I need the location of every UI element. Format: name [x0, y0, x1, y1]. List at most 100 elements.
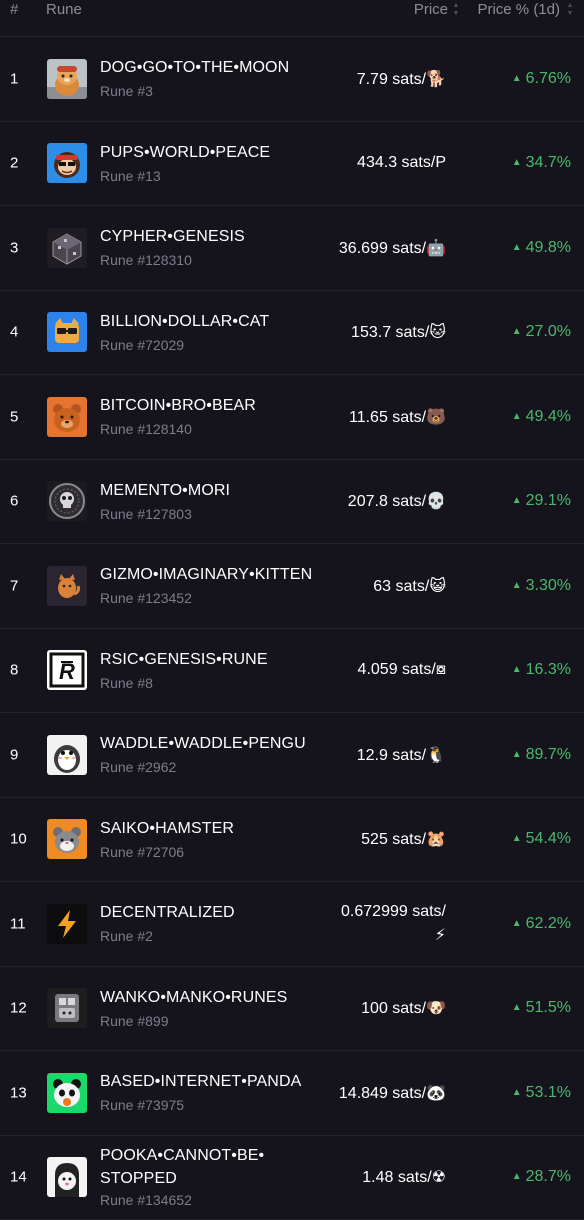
rune-name[interactable]: BASED•INTERNET•PANDA — [100, 1073, 301, 1091]
price-change: ▲49.8% — [512, 239, 571, 257]
price-change-value: 34.7% — [526, 154, 571, 171]
rune-number: Rune #127803 — [100, 506, 192, 522]
rune-price: 0.672999 sats/⚡ — [341, 900, 446, 948]
table-row[interactable]: 10 SAIKO•HAMSTER Rune #72706 525 sats/🐹 … — [0, 798, 584, 883]
row-rank: 11 — [10, 915, 26, 932]
rune-list: 1 DOG•GO•TO•THE•MOON Rune #3 7.79 sats/🐕… — [0, 37, 584, 1220]
row-rank: 7 — [10, 577, 18, 594]
up-triangle-icon: ▲ — [512, 495, 522, 506]
price-change-value: 3.30% — [526, 577, 571, 594]
pooka-logo-icon — [47, 1157, 87, 1197]
rune-price: 63 sats/😺 — [373, 576, 446, 596]
table-row[interactable]: 4 BILLION•DOLLAR•CAT Rune #72029 153.7 s… — [0, 291, 584, 376]
wanko-logo-icon — [47, 988, 87, 1028]
rune-number: Rune #72706 — [100, 844, 184, 860]
rune-name[interactable]: BILLION•DOLLAR•CAT — [100, 313, 269, 331]
table-row[interactable]: 8 R RSIC•GENESIS•RUNE Rune #8 4.059 sats… — [0, 629, 584, 714]
price-change: ▲27.0% — [512, 323, 571, 341]
header-price-change[interactable]: Price % (1d) — [477, 1, 560, 18]
rune-price: 525 sats/🐹 — [361, 829, 446, 849]
table-row[interactable]: 2 PUPS•WORLD•PEACE Rune #13 434.3 sats/P… — [0, 122, 584, 207]
rune-number: Rune #899 — [100, 1013, 169, 1029]
row-rank: 9 — [10, 746, 18, 763]
rune-name[interactable]: SAIKO•HAMSTER — [100, 820, 234, 838]
rune-name[interactable]: WADDLE•WADDLE•PENGU — [100, 735, 306, 753]
rune-number: Rune #73975 — [100, 1097, 184, 1113]
price-change-value: 62.2% — [526, 915, 571, 932]
table-row[interactable]: 3 CYPHER•GENESIS Rune #128310 36.699 sat… — [0, 206, 584, 291]
price-change: ▲ 28.7% — [512, 1168, 571, 1186]
price-change: ▲ 62.2% — [512, 915, 571, 933]
up-triangle-icon: ▲ — [512, 157, 522, 168]
up-triangle-icon: ▲ — [512, 411, 522, 422]
rune-name[interactable]: CYPHER•GENESIS — [100, 228, 245, 246]
up-triangle-icon: ▲ — [512, 833, 522, 844]
rune-name[interactable]: RSIC•GENESIS•RUNE — [100, 651, 268, 669]
price-change-value: 27.0% — [526, 323, 571, 340]
up-triangle-icon: ▲ — [512, 749, 522, 760]
rune-price-line-2: ⚡ — [435, 927, 446, 944]
row-rank: 4 — [10, 324, 18, 341]
price-change-value: 89.7% — [526, 746, 571, 763]
rune-number: Rune #128310 — [100, 252, 192, 268]
up-triangle-icon: ▲ — [512, 1002, 522, 1013]
header-price[interactable]: Price — [414, 1, 448, 18]
rune-name[interactable]: WANKO•MANKO•RUNES — [100, 989, 287, 1007]
sort-icon[interactable]: ▲▼ — [452, 2, 460, 18]
header-rune[interactable]: Rune — [46, 1, 82, 18]
rune-price: 207.8 sats/💀 — [348, 491, 446, 511]
rune-price: 7.79 sats/🐕 — [357, 69, 446, 89]
up-triangle-icon: ▲ — [512, 918, 522, 929]
rune-number: Rune #128140 — [100, 421, 192, 437]
table-row[interactable]: 5 BITCOIN•BRO•BEAR Rune #128140 11.65 sa… — [0, 375, 584, 460]
pups-monkey-logo-icon — [47, 143, 87, 183]
rune-number: Rune #2962 — [100, 759, 176, 775]
row-rank: 10 — [10, 831, 27, 848]
table-row[interactable]: 11 DECENTRALIZED Rune #2 0.672999 sats/⚡… — [0, 882, 584, 967]
table-row[interactable]: 7 GIZMO•IMAGINARY•KITTEN Rune #123452 63… — [0, 544, 584, 629]
table-row[interactable]: 12 WANKO•MANKO•RUNES Rune #899 100 sats/… — [0, 967, 584, 1052]
table-row[interactable]: 14 POOKA•CANNOT•BE•STOPPED Rune #134652 … — [0, 1136, 584, 1220]
price-change-value: 28.7% — [526, 1168, 571, 1185]
header-rank: # — [10, 1, 18, 18]
row-rank: 14 — [10, 1169, 27, 1186]
rune-number: Rune #123452 — [100, 590, 192, 606]
rune-name[interactable]: POOKA•CANNOT•BE•STOPPED — [100, 1144, 264, 1190]
rune-name[interactable]: DECENTRALIZED — [100, 904, 235, 922]
price-change: ▲ 34.7% — [512, 154, 571, 172]
up-triangle-icon: ▲ — [512, 1171, 522, 1182]
shiba-dog-logo-icon — [47, 59, 87, 99]
price-change: ▲ 49.4% — [512, 408, 571, 426]
rsic-logo-icon: R — [47, 650, 87, 690]
rune-price: 14.849 sats/🐼 — [339, 1083, 446, 1103]
table-row[interactable]: 1 DOG•GO•TO•THE•MOON Rune #3 7.79 sats/🐕… — [0, 37, 584, 122]
price-change-value: 54.4% — [526, 830, 571, 847]
table-row[interactable]: 9 WADDLE•WADDLE•PENGU Rune #2962 12.9 sa… — [0, 713, 584, 798]
rune-price: 1.48 sats/☢ — [362, 1167, 446, 1187]
price-change-value: 49.4% — [526, 408, 571, 425]
price-change-value: 16.3% — [526, 661, 571, 678]
rune-name[interactable]: MEMENTO•MORI — [100, 482, 230, 500]
row-rank: 8 — [10, 662, 18, 679]
sort-icon[interactable]: ▲▼ — [566, 2, 574, 18]
rune-name[interactable]: DOG•GO•TO•THE•MOON — [100, 59, 289, 77]
price-change: ▲ 6.76% — [512, 70, 571, 88]
rune-name[interactable]: PUPS•WORLD•PEACE — [100, 144, 270, 162]
table-row[interactable]: 6 MEMENTO•MORI Rune #127803 207.8 sats/💀… — [0, 460, 584, 545]
rune-number: Rune #2 — [100, 928, 153, 944]
table-row[interactable]: 13 BASED•INTERNET•PANDA Rune #73975 14.8… — [0, 1051, 584, 1136]
rune-price: 153.7 sats/🐱 — [351, 322, 446, 342]
lightning-logo-icon — [47, 904, 87, 944]
price-change-value: 49.8% — [526, 239, 571, 256]
table-header: # Rune Price ▲▼ Price % (1d) ▲▼ — [0, 0, 584, 37]
rune-name[interactable]: GIZMO•IMAGINARY•KITTEN — [100, 566, 312, 584]
rune-name[interactable]: BITCOIN•BRO•BEAR — [100, 397, 256, 415]
rune-price: 4.059 sats/⧇ — [358, 661, 446, 679]
up-triangle-icon: ▲ — [512, 73, 522, 84]
price-change: ▲51.5% — [512, 999, 571, 1017]
row-rank: 3 — [10, 239, 18, 256]
price-change-value: 6.76% — [526, 70, 571, 87]
rune-price: 434.3 sats/P — [357, 154, 446, 172]
price-change: ▲ 54.4% — [512, 830, 571, 848]
penguin-logo-icon — [47, 735, 87, 775]
